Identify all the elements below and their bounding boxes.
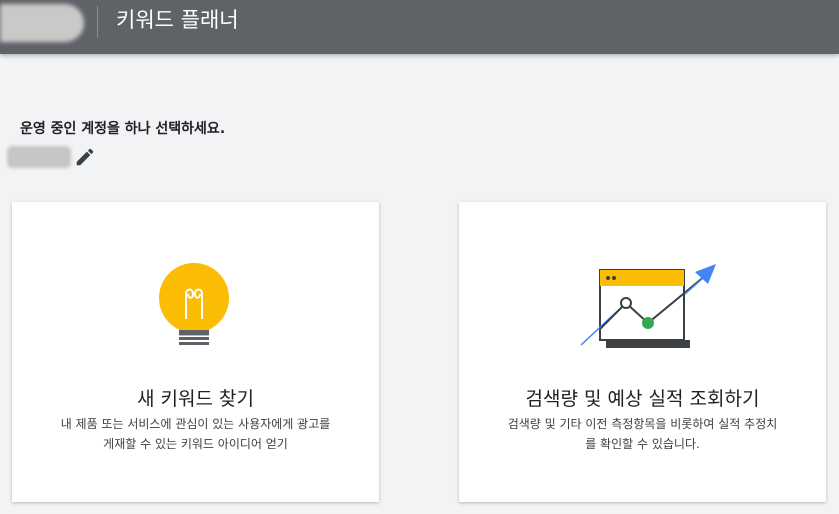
lightbulb-icon	[159, 263, 229, 345]
card-description: 내 제품 또는 서비스에 관심이 있는 사용자에게 광고를 게재할 수 있는 키…	[32, 414, 359, 454]
selected-account-redacted[interactable]	[7, 146, 71, 168]
card-description-line: 내 제품 또는 서비스에 관심이 있는 사용자에게 광고를	[60, 417, 331, 431]
find-keywords-card[interactable]: 새 키워드 찾기 내 제품 또는 서비스에 관심이 있는 사용자에게 광고를 게…	[12, 202, 379, 502]
card-description-line: 를 확인할 수 있습니다.	[585, 437, 700, 451]
card-description-line: 검색량 및 기타 이전 측정항목을 비롯하여 실적 추정치	[507, 417, 778, 431]
account-logo-redacted[interactable]	[0, 4, 84, 42]
chart-forecast-icon	[580, 264, 716, 348]
card-description-line: 게재할 수 있는 키워드 아이디어 얻기	[103, 437, 288, 451]
pencil-icon[interactable]	[74, 146, 96, 168]
card-title: 새 키워드 찾기	[137, 388, 254, 410]
page-title: 키워드 플래너	[116, 8, 239, 32]
top-header-bar: 키워드 플래너	[0, 0, 839, 54]
search-volume-forecast-card[interactable]: 검색량 및 예상 실적 조회하기 검색량 및 기타 이전 측정항목을 비롯하여 …	[459, 202, 826, 502]
card-title: 검색량 및 예상 실적 조회하기	[525, 388, 760, 410]
card-description: 검색량 및 기타 이전 측정항목을 비롯하여 실적 추정치 를 확인할 수 있습…	[479, 414, 806, 454]
header-divider	[97, 6, 98, 38]
account-select-prompt: 운영 중인 계정을 하나 선택하세요.	[20, 121, 226, 137]
